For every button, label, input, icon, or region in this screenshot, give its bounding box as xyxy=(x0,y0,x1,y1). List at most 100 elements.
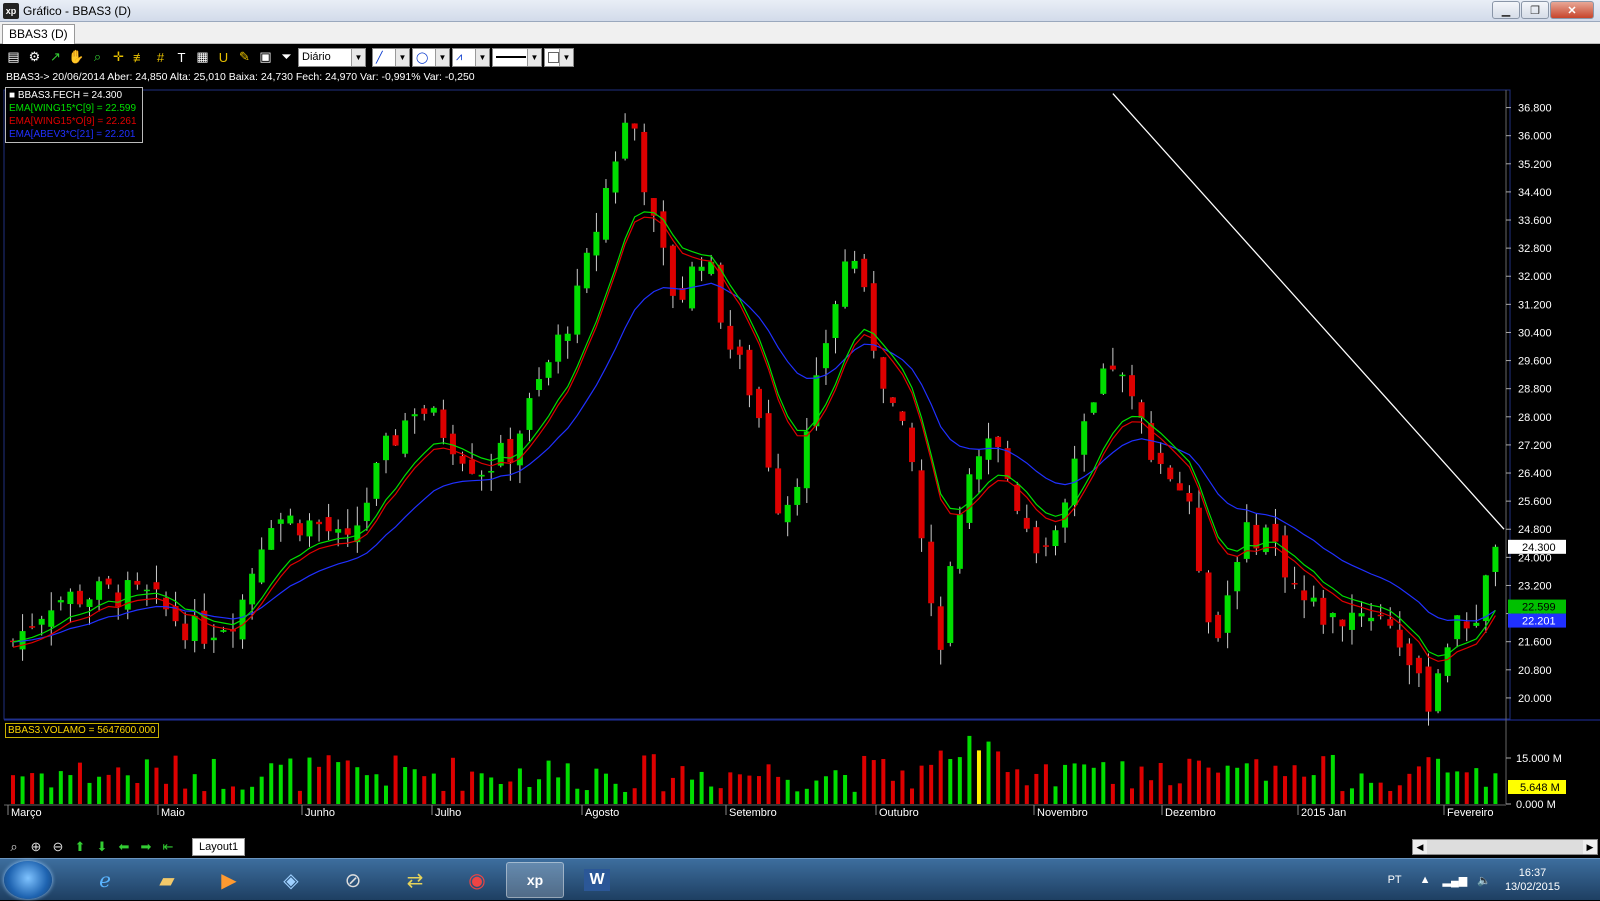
indicator-legend[interactable]: ■ BBAS3.FECH = 24.300 EMA[WING15*C[9] = … xyxy=(5,87,143,143)
file-transfer-icon[interactable]: ⇄ xyxy=(386,862,444,898)
calculator-icon[interactable]: ▦ xyxy=(193,48,212,67)
volume-last-badge: 5.648 M xyxy=(1520,782,1560,794)
text-icon[interactable]: T xyxy=(172,48,191,67)
line-tool-select[interactable]: ╱ ▼ xyxy=(372,47,410,67)
volume-bar xyxy=(862,755,867,804)
volume-bar xyxy=(804,788,809,804)
color-select[interactable]: ▼ xyxy=(544,47,574,67)
arrow-right-icon[interactable]: ➡ xyxy=(138,839,154,855)
crosshair-icon[interactable]: ✛ xyxy=(109,48,128,67)
volume-bar xyxy=(766,764,771,804)
grid-icon[interactable]: # xyxy=(151,48,170,67)
volume-bar xyxy=(1254,759,1259,804)
scroll-right-icon[interactable]: ▶ xyxy=(1583,840,1597,854)
arrow-down-icon[interactable]: ⬇ xyxy=(94,839,110,855)
media-player-icon[interactable]: ▶ xyxy=(200,862,258,898)
volume-bar xyxy=(364,775,369,804)
zoom-in-icon[interactable]: ⊕ xyxy=(28,839,44,855)
fibonacci-icon[interactable]: ≢ xyxy=(130,48,149,67)
price-tick-label: 25.600 xyxy=(1518,496,1552,508)
volume-bar xyxy=(852,791,857,804)
chrome-icon[interactable]: ◉ xyxy=(448,862,506,898)
tab-bbas3[interactable]: BBAS3 (D) xyxy=(2,24,75,44)
filter-icon[interactable]: ⏷ xyxy=(277,48,296,67)
signal-icon[interactable]: ▂▄▆ xyxy=(1443,874,1468,887)
volume-bar xyxy=(1005,772,1010,804)
volume-bar xyxy=(450,757,455,804)
folder-icon[interactable]: ▰ xyxy=(138,862,196,898)
volume-bar xyxy=(508,781,513,804)
show-hidden-icons-icon[interactable]: ▲ xyxy=(1420,874,1431,886)
volume-bar xyxy=(814,780,819,804)
network-icon[interactable]: ◈ xyxy=(262,862,320,898)
month-label: Março xyxy=(11,807,42,819)
candle-body xyxy=(851,260,858,269)
restore-button[interactable]: ❐ xyxy=(1521,1,1549,19)
volume-bar xyxy=(355,767,360,804)
shape-tool-select[interactable]: ◯ ▼ xyxy=(412,47,450,67)
hand-icon[interactable]: ✋ xyxy=(67,48,86,67)
volume-bar xyxy=(183,788,188,804)
candle-body xyxy=(736,346,743,355)
chevron-down-icon: ▼ xyxy=(435,48,449,66)
volume-bar xyxy=(278,764,283,804)
candle-body xyxy=(918,470,925,539)
volume-bar xyxy=(192,774,197,804)
horizontal-scrollbar[interactable]: ◀ ▶ xyxy=(1412,839,1598,855)
candle-body xyxy=(469,459,476,474)
volume-icon[interactable]: 🔈 xyxy=(1477,874,1491,887)
settings-gear-icon[interactable]: ⚙ xyxy=(25,48,44,67)
zoom-out-icon[interactable]: ⊖ xyxy=(50,839,66,855)
volume-bar xyxy=(1474,768,1479,804)
volume-bar xyxy=(154,767,159,804)
candle-body xyxy=(794,486,801,505)
volume-bar xyxy=(1130,788,1134,804)
price-tick-label: 34.400 xyxy=(1518,187,1552,199)
draw-line-icon[interactable]: ↗ xyxy=(46,48,65,67)
ie-icon[interactable]: ℯ xyxy=(76,862,134,898)
ema-slow-badge: 22.201 xyxy=(1522,616,1556,628)
magnet-icon[interactable]: U xyxy=(214,48,233,67)
zoom-area-icon[interactable]: ⌕ xyxy=(88,48,107,67)
fan-tool-select[interactable]: ⩘ ▼ xyxy=(452,47,490,67)
volume-bar xyxy=(996,751,1001,804)
clipboard-icon[interactable]: ▣ xyxy=(256,48,275,67)
volume-bar xyxy=(1244,763,1249,804)
volume-bar xyxy=(1436,758,1441,804)
volume-tick-label: 15.000 M xyxy=(1516,753,1562,765)
start-button[interactable] xyxy=(4,861,52,899)
volume-bar xyxy=(1321,756,1326,804)
period-select[interactable]: Diário ▼ xyxy=(298,47,366,67)
zoom-icon[interactable]: ⌕ xyxy=(6,839,22,855)
layout-tab[interactable]: Layout1 xyxy=(192,838,246,856)
volume-bar xyxy=(919,765,924,804)
word-icon[interactable]: W xyxy=(568,862,626,898)
candle-body xyxy=(249,573,256,605)
volume-legend[interactable]: BBAS3.VOLAMO = 5647600.000 xyxy=(5,723,159,738)
chart-canvas[interactable]: 36.800 36.000 35.200 34.400 33.600 32.800 32.0… xyxy=(0,44,1600,858)
candle-body xyxy=(545,362,552,378)
volume-bar xyxy=(317,766,322,804)
scroll-left-icon[interactable]: ◀ xyxy=(1413,840,1427,854)
close-button[interactable]: ✕ xyxy=(1550,1,1594,19)
candle-body xyxy=(459,455,466,464)
line-style-select[interactable]: ▼ xyxy=(492,47,542,67)
minimize-button[interactable]: ▁ xyxy=(1492,1,1520,19)
xp-icon[interactable]: xp xyxy=(506,862,564,898)
volume-bar xyxy=(1407,773,1412,804)
candle-body xyxy=(67,591,74,604)
candle-body xyxy=(1167,467,1174,480)
candle-body xyxy=(392,435,399,446)
brush-icon[interactable]: ✎ xyxy=(235,48,254,67)
candle-body xyxy=(1129,375,1135,397)
candle-body xyxy=(38,618,45,625)
arrow-first-icon[interactable]: ⇤ xyxy=(160,839,176,855)
arrow-up-icon[interactable]: ⬆ xyxy=(72,839,88,855)
language-indicator[interactable]: PT xyxy=(1388,874,1402,886)
chart-type-icon[interactable]: ▤ xyxy=(4,48,23,67)
hp-icon[interactable]: ⊘ xyxy=(324,862,382,898)
clock[interactable]: 16:37 13/02/2015 xyxy=(1505,866,1560,894)
candle-body xyxy=(641,131,648,193)
candle-body xyxy=(727,325,734,350)
arrow-left-icon[interactable]: ⬅ xyxy=(116,839,132,855)
